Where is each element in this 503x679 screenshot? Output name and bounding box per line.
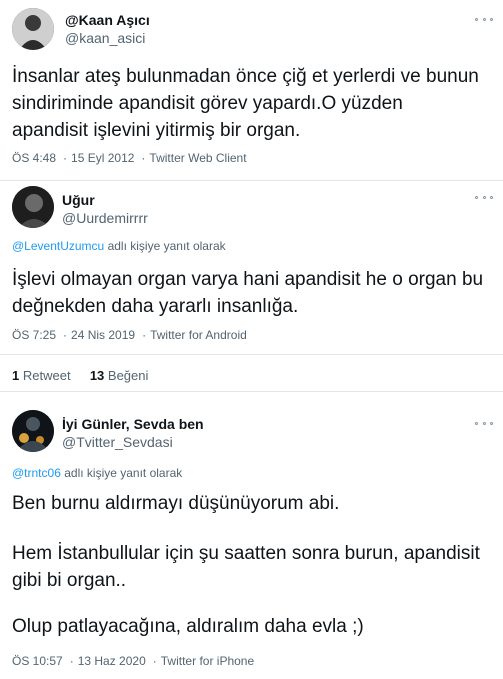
author-handle[interactable]: @Uurdemirrrr <box>62 210 148 226</box>
reply-context: @trntc06 adlı kişiye yanıt olarak <box>12 466 182 480</box>
reply-label: adlı kişiye yanıt olarak <box>107 239 226 253</box>
tweet-text-line: değnekden daha yararlı insanlığa. <box>12 296 299 317</box>
tweet-text-line: apandisit işlevini yitirmiş bir organ. <box>12 120 301 141</box>
separator: · <box>141 151 146 165</box>
tweet-meta: ÖS 10:57 · 13 Haz 2020 · Twitter for iPhone <box>12 654 257 668</box>
tweet-client[interactable]: Twitter for Android <box>150 328 247 342</box>
separator: · <box>152 654 157 668</box>
separator: · <box>63 151 68 165</box>
reply-context: @LeventUzumcu adlı kişiye yanıt olarak <box>12 239 226 253</box>
like-count: 13 <box>89 368 105 383</box>
tweet-date[interactable]: 13 Haz 2020 <box>78 654 146 668</box>
author-name[interactable]: @Kaan Aşıcı <box>65 12 150 28</box>
author-name[interactable]: Uğur <box>62 192 95 208</box>
tweet-text-line: Hem İstanbullular için şu saatten sonra … <box>12 543 480 564</box>
tweet-date[interactable]: 24 Nis 2019 <box>71 328 135 342</box>
more-options-icon[interactable] <box>475 418 493 428</box>
tweet-2: Uğur @Uurdemirrrr @LeventUzumcu adlı kiş… <box>0 181 503 392</box>
like-stat[interactable]: 13 Beğeni <box>90 368 149 383</box>
tweet-text: İnsanlar ateş bulunmadan önce çiğ et yer… <box>12 63 491 144</box>
tweet-client[interactable]: Twitter for iPhone <box>161 654 254 668</box>
more-options-icon[interactable] <box>475 192 493 202</box>
tweet-time[interactable]: ÖS 10:57 <box>12 654 63 668</box>
reply-mention[interactable]: @LeventUzumcu <box>12 239 104 253</box>
avatar[interactable] <box>12 8 54 50</box>
divider <box>0 354 503 355</box>
more-options-icon[interactable] <box>475 14 493 24</box>
author-handle[interactable]: @Tvitter_Sevdasi <box>62 434 173 450</box>
reply-mention[interactable]: @trntc06 <box>12 466 61 480</box>
tweet-time[interactable]: ÖS 4:48 <box>12 151 56 165</box>
tweet-text: Ben burnu aldırmayı düşünüyorum abi. Hem… <box>12 490 491 640</box>
avatar[interactable] <box>12 410 54 452</box>
retweet-count: 1 <box>12 368 20 383</box>
author-handle[interactable]: @kaan_asici <box>65 30 145 46</box>
tweet-date[interactable]: 15 Eyl 2012 <box>71 151 134 165</box>
tweet-text-line: gibi bi organ.. <box>12 570 127 591</box>
tweet-client[interactable]: Twitter Web Client <box>149 151 246 165</box>
tweet-meta: ÖS 7:25 · 24 Nis 2019 · Twitter for Android <box>12 328 250 342</box>
tweet-meta: ÖS 4:48 · 15 Eyl 2012 · Twitter Web Client <box>12 151 250 165</box>
tweet-text-line <box>12 594 491 613</box>
author-name[interactable]: İyi Günler, Sevda ben <box>62 416 204 432</box>
tweet-text-line <box>12 517 491 540</box>
tweet-text: İşlevi olmayan organ varya hani apandisi… <box>12 266 491 320</box>
tweet-text-line: Ben burnu aldırmayı düşünüyorum abi. <box>12 493 340 514</box>
reply-label: adlı kişiye yanıt olarak <box>64 466 183 480</box>
tweet-text-line: Olup patlayacağına, aldıralım daha evla … <box>12 616 364 637</box>
tweet-text-line: sindiriminde apandisit görev yapardı.O y… <box>12 93 403 114</box>
tweet-3: İyi Günler, Sevda ben @Tvitter_Sevdasi @… <box>0 392 503 679</box>
tweet-text-line: İşlevi olmayan organ varya hani apandisi… <box>12 269 484 290</box>
tweet-text-line: İnsanlar ateş bulunmadan önce çiğ et yer… <box>12 66 479 87</box>
separator: · <box>142 328 147 342</box>
retweet-stat[interactable]: 1 Retweet <box>12 368 71 383</box>
retweet-label: Retweet <box>22 368 71 383</box>
tweet-time[interactable]: ÖS 7:25 <box>12 328 56 342</box>
avatar[interactable] <box>12 186 54 228</box>
separator: · <box>69 654 74 668</box>
tweet-1: @Kaan Aşıcı @kaan_asici İnsanlar ateş bu… <box>0 0 503 181</box>
separator: · <box>63 328 68 342</box>
like-label: Beğeni <box>107 368 149 383</box>
engagement-stats: 1 Retweet 13 Beğeni <box>12 368 148 383</box>
